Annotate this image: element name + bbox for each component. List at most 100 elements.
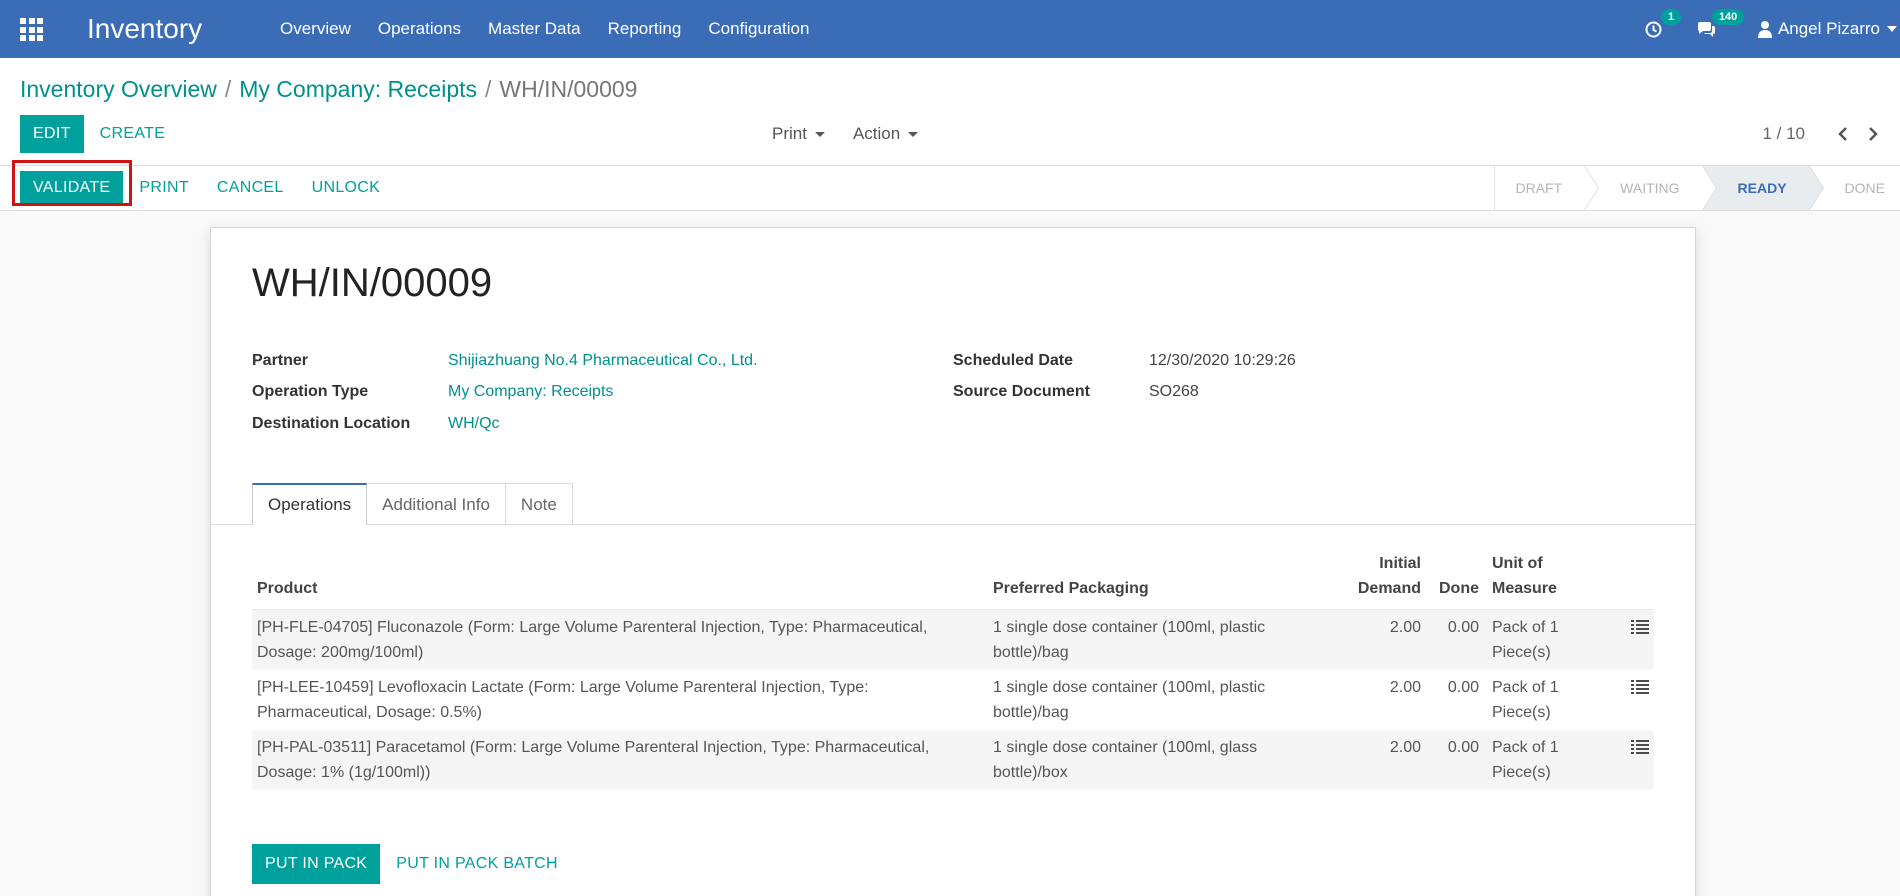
operation-type-field[interactable]: My Company: Receipts bbox=[448, 383, 613, 401]
packaging-line1: 1 single dose container (100ml, glass bbox=[993, 739, 1258, 756]
packaging-cell: 1 single dose container (100ml, plastic … bbox=[988, 670, 1344, 730]
menu-configuration[interactable]: Configuration bbox=[708, 19, 809, 39]
uom-cell: Pack of 1 Piece(s) bbox=[1484, 730, 1614, 790]
column-header-initial-demand-line2: Demand bbox=[1357, 580, 1421, 597]
table-header-row: Product Preferred Packaging Initial Dema… bbox=[252, 551, 1654, 610]
pack-buttons: PUT IN PACK PUT IN PACK BATCH bbox=[252, 844, 570, 884]
main-menu: Overview Operations Master Data Reportin… bbox=[280, 0, 836, 58]
tab-operations[interactable]: Operations bbox=[252, 483, 368, 525]
menu-reporting[interactable]: Reporting bbox=[608, 19, 682, 39]
pager-next-button[interactable] bbox=[1861, 122, 1885, 146]
column-header-initial-demand[interactable]: Initial Demand bbox=[1344, 551, 1426, 610]
uom-line2: Piece(s) bbox=[1492, 764, 1551, 781]
menu-operations[interactable]: Operations bbox=[378, 19, 461, 39]
initial-demand-cell: 2.00 bbox=[1344, 670, 1426, 730]
message-count-badge: 140 bbox=[1711, 8, 1745, 25]
chevron-down-icon bbox=[1887, 26, 1897, 32]
list-details-icon[interactable] bbox=[1631, 620, 1649, 634]
user-icon bbox=[1757, 21, 1772, 38]
destination-location-label: Destination Location bbox=[252, 415, 411, 432]
cancel-button[interactable]: CANCEL bbox=[205, 171, 296, 204]
chevron-down-icon bbox=[814, 131, 825, 137]
chevron-down-icon bbox=[908, 131, 919, 137]
detail-cell bbox=[1614, 730, 1654, 790]
put-in-pack-batch-button[interactable]: PUT IN PACK BATCH bbox=[384, 844, 570, 884]
top-navbar: Inventory Overview Operations Master Dat… bbox=[0, 0, 1900, 58]
detail-cell bbox=[1614, 609, 1654, 670]
column-header-product[interactable]: Product bbox=[252, 551, 988, 610]
product-cell: [PH-PAL-03511] Paracetamol (Form: Large … bbox=[252, 730, 988, 790]
pager-value[interactable]: 1 / 10 bbox=[1762, 124, 1805, 144]
uom-cell: Pack of 1 Piece(s) bbox=[1484, 609, 1614, 670]
partner-field[interactable]: Shijiazhuang No.4 Pharmaceutical Co., Lt… bbox=[448, 352, 758, 370]
chevron-left-icon bbox=[1838, 127, 1847, 141]
validate-button[interactable]: VALIDATE bbox=[20, 171, 124, 204]
product-name-line1: [PH-LEE-10459] Levofloxacin Lactate (For… bbox=[257, 679, 869, 696]
packaging-line1: 1 single dose container (100ml, plastic bbox=[993, 619, 1266, 636]
activity-count-badge: 1 bbox=[1660, 8, 1682, 25]
form-sheet: WH/IN/00009 Partner Shijiazhuang No.4 Ph… bbox=[210, 227, 1696, 896]
column-header-uom[interactable]: Unit of Measure bbox=[1484, 551, 1614, 610]
breadcrumb-separator: / bbox=[224, 76, 232, 102]
stage-draft-label: DRAFT bbox=[1515, 180, 1563, 196]
activity-menu[interactable]: 1 bbox=[1645, 8, 1682, 38]
uom-line2: Piece(s) bbox=[1492, 704, 1551, 721]
user-menu[interactable]: Angel Pizarro bbox=[1757, 19, 1897, 39]
operation-type-label: Operation Type bbox=[252, 383, 369, 400]
destination-location-field[interactable]: WH/Qc bbox=[448, 415, 500, 433]
notebook-tabs: Operations Additional Info Note bbox=[252, 483, 573, 525]
create-button[interactable]: CREATE bbox=[88, 115, 178, 153]
product-name-line1: [PH-FLE-04705] Fluconazole (Form: Large … bbox=[257, 619, 928, 636]
product-name-line2: Pharmaceutical, Dosage: 0.5%) bbox=[257, 704, 482, 721]
list-details-icon[interactable] bbox=[1631, 740, 1649, 754]
apps-grid-icon[interactable] bbox=[20, 18, 43, 41]
chat-icon bbox=[1697, 21, 1715, 37]
scheduled-date-label: Scheduled Date bbox=[953, 352, 1074, 369]
initial-demand-cell: 2.00 bbox=[1344, 730, 1426, 790]
product-cell: [PH-LEE-10459] Levofloxacin Lactate (For… bbox=[252, 670, 988, 730]
put-in-pack-button[interactable]: PUT IN PACK bbox=[252, 844, 381, 884]
product-cell: [PH-FLE-04705] Fluconazole (Form: Large … bbox=[252, 609, 988, 670]
edit-button[interactable]: EDIT bbox=[20, 115, 84, 153]
stage-draft[interactable]: DRAFT bbox=[1494, 166, 1600, 210]
pager: 1 / 10 bbox=[1762, 115, 1885, 153]
stage-ready[interactable]: READY bbox=[1701, 166, 1824, 210]
column-header-initial-demand-line1: Initial bbox=[1379, 555, 1421, 572]
tab-note[interactable]: Note bbox=[504, 483, 573, 525]
column-header-done[interactable]: Done bbox=[1426, 551, 1484, 610]
action-dropdown[interactable]: Action bbox=[853, 124, 919, 144]
user-name: Angel Pizarro bbox=[1777, 19, 1880, 38]
menu-overview[interactable]: Overview bbox=[280, 19, 351, 39]
pager-previous-button[interactable] bbox=[1831, 122, 1855, 146]
source-document-field: SO268 bbox=[1149, 383, 1199, 400]
table-row[interactable]: [PH-FLE-04705] Fluconazole (Form: Large … bbox=[252, 609, 1654, 670]
column-header-actions bbox=[1614, 551, 1654, 610]
print-button[interactable]: PRINT bbox=[127, 171, 201, 204]
breadcrumb-inventory-overview[interactable]: Inventory Overview bbox=[20, 76, 217, 102]
breadcrumb-receipts[interactable]: My Company: Receipts bbox=[239, 76, 477, 102]
product-name-line2: Dosage: 1% (1g/100ml)) bbox=[257, 764, 431, 781]
messaging-menu[interactable]: 140 bbox=[1696, 8, 1745, 38]
unlock-button[interactable]: UNLOCK bbox=[300, 171, 392, 204]
breadcrumb: Inventory Overview / My Company: Receipts /… bbox=[20, 75, 637, 103]
control-panel: Inventory Overview / My Company: Receipts /… bbox=[0, 58, 1900, 166]
column-header-uom-line1: Unit of bbox=[1492, 555, 1543, 572]
app-title[interactable]: Inventory bbox=[87, 12, 202, 46]
packaging-line2: bottle)/bag bbox=[993, 644, 1069, 661]
stage-waiting-label: WAITING bbox=[1620, 180, 1680, 196]
packaging-cell: 1 single dose container (100ml, plastic … bbox=[988, 609, 1344, 670]
tab-additional-info[interactable]: Additional Info bbox=[366, 483, 506, 525]
stage-waiting[interactable]: WAITING bbox=[1584, 166, 1717, 210]
menu-master-data[interactable]: Master Data bbox=[488, 19, 581, 39]
list-details-icon[interactable] bbox=[1631, 680, 1649, 694]
table-row[interactable]: [PH-LEE-10459] Levofloxacin Lactate (For… bbox=[252, 670, 1654, 730]
detail-cell bbox=[1614, 670, 1654, 730]
status-bar-buttons: VALIDATE PRINT CANCEL UNLOCK bbox=[20, 171, 392, 204]
operations-table: Product Preferred Packaging Initial Dema… bbox=[252, 551, 1654, 790]
stage-done-label: DONE bbox=[1844, 180, 1885, 196]
table-row[interactable]: [PH-PAL-03511] Paracetamol (Form: Large … bbox=[252, 730, 1654, 790]
packaging-line2: bottle)/box bbox=[993, 764, 1068, 781]
print-dropdown[interactable]: Print bbox=[772, 124, 825, 144]
status-bar: VALIDATE PRINT CANCEL UNLOCK DRAFT WAITI… bbox=[0, 160, 1900, 211]
column-header-packaging[interactable]: Preferred Packaging bbox=[988, 551, 1344, 610]
